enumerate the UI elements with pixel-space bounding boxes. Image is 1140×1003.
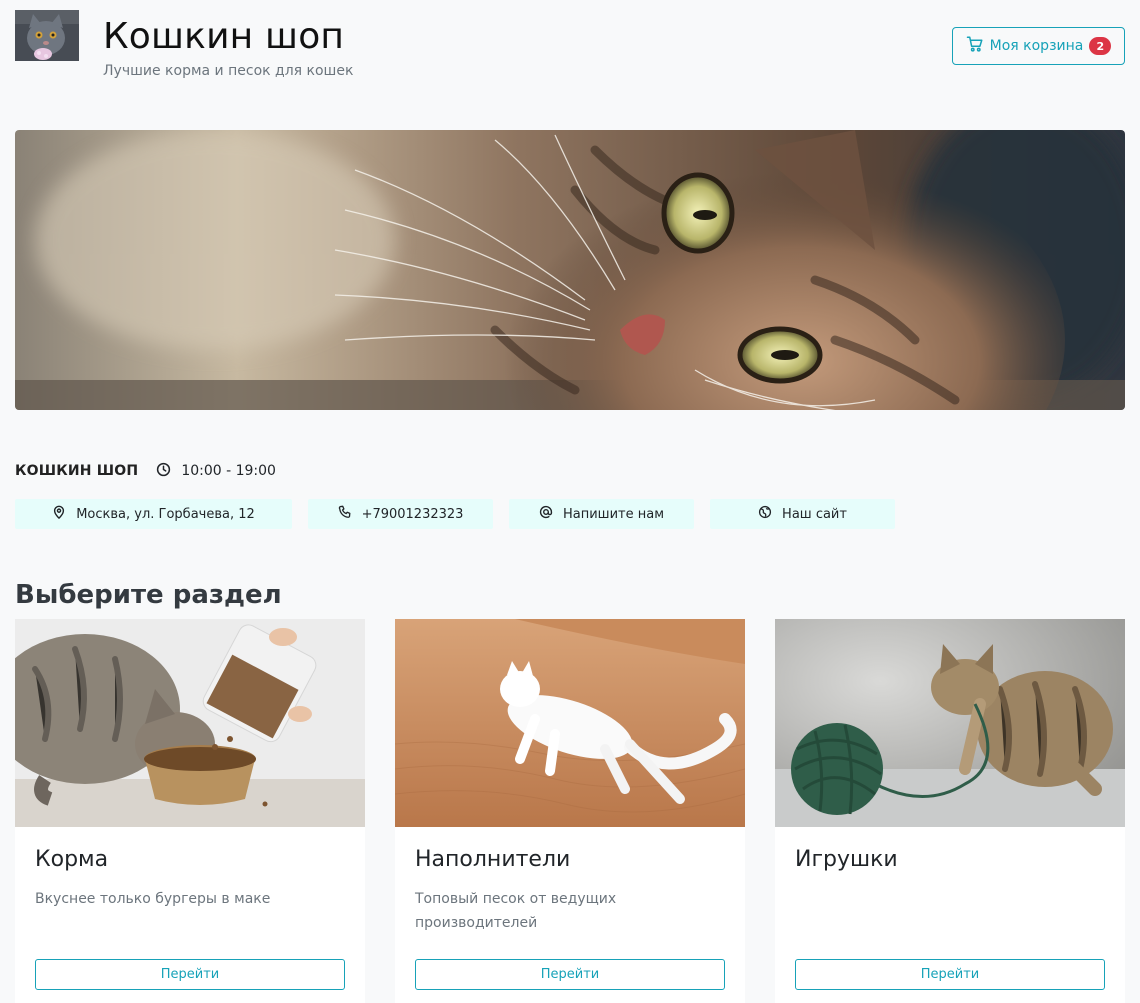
card-title-litter: Наполнители [415, 847, 571, 872]
card-title-food: Корма [35, 847, 109, 872]
opening-hours: 10:00 - 19:00 [156, 462, 276, 481]
logo-cat-avatar[interactable] [15, 10, 79, 61]
cart-button[interactable]: Моя корзина 2 [952, 27, 1125, 65]
card-button-toys[interactable]: Перейти [795, 959, 1105, 990]
email-chip[interactable]: Напишите нам [509, 499, 694, 529]
hero-banner-image [15, 130, 1125, 410]
address-chip[interactable]: Москва, ул. Горбачева, 12 [15, 499, 292, 529]
card-image-food[interactable] [15, 619, 365, 827]
site-subtitle: Лучшие корма и песок для кошек [103, 63, 354, 79]
shop-info-row: КОШКИН ШОП 10:00 - 19:00 [15, 460, 276, 482]
category-card-toys: Игрушки Перейти [775, 619, 1125, 1003]
card-button-litter[interactable]: Перейти [415, 959, 725, 990]
address-text: Москва, ул. Горбачева, 12 [76, 506, 255, 522]
card-text-food: Вкуснее только бургеры в маке [35, 891, 271, 907]
category-card-litter: Наполнители Топовый песок от ведущих про… [395, 619, 745, 1003]
card-button-food[interactable]: Перейти [35, 959, 345, 990]
category-card-food: Корма Вкуснее только бургеры в маке Пере… [15, 619, 365, 1003]
website-text: Наш сайт [782, 506, 847, 522]
card-image-toys[interactable] [775, 619, 1125, 827]
shop-name: КОШКИН ШОП [15, 463, 139, 479]
site-header: Кошкин шоп Лучшие корма и песок для коше… [15, 10, 1125, 80]
phone-icon [338, 505, 352, 523]
website-chip[interactable]: Наш сайт [710, 499, 895, 529]
cart-count-badge: 2 [1089, 37, 1112, 55]
site-title: Кошкин шоп [103, 16, 345, 57]
sections-heading: Выберите раздел [15, 580, 282, 610]
cart-icon [966, 35, 984, 57]
card-title-toys: Игрушки [795, 847, 898, 872]
card-image-litter[interactable] [395, 619, 745, 827]
phone-chip[interactable]: +79001232323 [308, 499, 493, 529]
globe-icon [758, 505, 772, 523]
at-sign-icon [539, 505, 553, 523]
clock-icon [156, 462, 171, 481]
cart-label: Моя корзина [989, 38, 1084, 54]
phone-text: +79001232323 [361, 506, 464, 522]
location-pin-icon [52, 505, 66, 523]
email-text: Напишите нам [562, 506, 664, 522]
card-text-litter: Топовый песок от ведущих производителей [415, 891, 617, 931]
hours-text: 10:00 - 19:00 [181, 463, 276, 479]
